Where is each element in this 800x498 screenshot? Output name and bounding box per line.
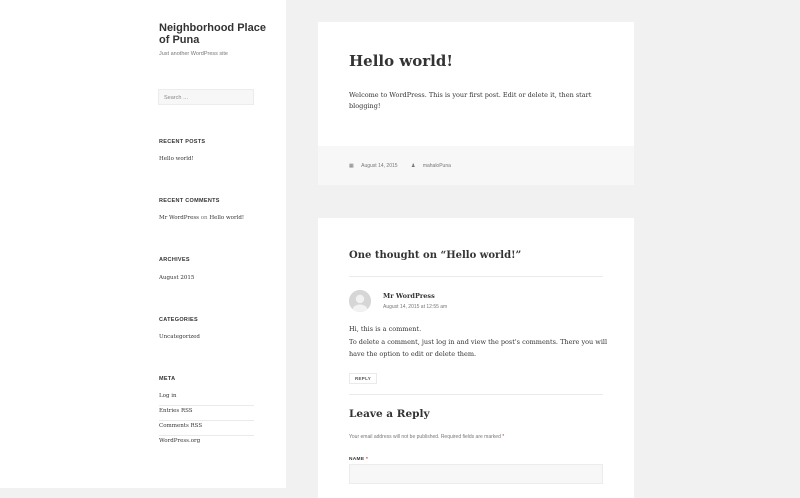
recent-post-link[interactable]: Hello world! bbox=[159, 156, 194, 162]
divider bbox=[349, 394, 603, 395]
post-author[interactable]: mahaloPuna bbox=[423, 163, 451, 169]
post-date-item[interactable]: ▦ August 14, 2015 bbox=[349, 163, 404, 169]
meta-wordpress-org-link[interactable]: WordPress.org bbox=[159, 436, 254, 451]
category-link[interactable]: Uncategorized bbox=[159, 334, 200, 340]
post-title[interactable]: Hello world! bbox=[349, 52, 453, 70]
required-mark: * bbox=[502, 434, 505, 440]
name-label: NAME * bbox=[349, 457, 368, 462]
comment-date[interactable]: August 14, 2015 at 12:55 am bbox=[383, 304, 447, 310]
recent-comment-on: on bbox=[200, 215, 208, 221]
reply-button[interactable]: REPLY bbox=[349, 373, 377, 384]
avatar bbox=[349, 290, 371, 312]
comment-line-2: To delete a comment, just log in and vie… bbox=[349, 337, 608, 359]
categories-title: CATEGORIES bbox=[159, 317, 198, 323]
archive-link[interactable]: August 2015 bbox=[159, 275, 194, 281]
search-input[interactable]: Search … bbox=[158, 89, 254, 105]
name-required-mark: * bbox=[365, 457, 369, 462]
post-author-item[interactable]: ♟ mahaloPuna bbox=[411, 163, 457, 169]
recent-posts-title: RECENT POSTS bbox=[159, 139, 206, 145]
recent-comment-item: Mr WordPress on Hello world! bbox=[159, 215, 244, 221]
divider bbox=[349, 276, 603, 277]
post-body: Welcome to WordPress. This is your first… bbox=[349, 91, 592, 110]
recent-comments-title: RECENT COMMENTS bbox=[159, 198, 220, 204]
default-avatar-icon bbox=[349, 290, 371, 312]
reply-title: Leave a Reply bbox=[349, 408, 430, 420]
reply-notes-text: Your email address will not be published… bbox=[349, 434, 501, 440]
post-date[interactable]: August 14, 2015 bbox=[361, 163, 397, 169]
comment-text: Hi, this is a comment. To delete a comme… bbox=[349, 323, 609, 361]
sidebar: Neighborhood Place of Puna Just another … bbox=[0, 0, 286, 488]
meta-comments-rss-link[interactable]: Comments RSS bbox=[159, 421, 254, 436]
calendar-icon: ▦ bbox=[349, 163, 356, 169]
site-title[interactable]: Neighborhood Place of Puna bbox=[159, 22, 269, 46]
post-footer: ▦ August 14, 2015 ♟ mahaloPuna bbox=[318, 146, 634, 185]
comments-card: One thought on “Hello world!” Mr WordPre… bbox=[318, 218, 634, 498]
comment-author[interactable]: Mr WordPress bbox=[383, 292, 435, 300]
post-card: Hello world! Welcome to WordPress. This … bbox=[318, 22, 634, 185]
recent-comment-post-link[interactable]: Hello world! bbox=[209, 215, 244, 221]
post-meta: ▦ August 14, 2015 ♟ mahaloPuna bbox=[349, 163, 463, 169]
meta-title: META bbox=[159, 376, 176, 382]
comments-title: One thought on “Hello world!” bbox=[349, 250, 522, 261]
person-icon: ♟ bbox=[410, 163, 417, 169]
comment-line-1: Hi, this is a comment. bbox=[349, 325, 422, 333]
recent-comment-author[interactable]: Mr WordPress bbox=[159, 215, 199, 221]
meta-entries-rss-link[interactable]: Entries RSS bbox=[159, 406, 254, 421]
name-input[interactable] bbox=[349, 464, 603, 484]
name-label-text: NAME bbox=[349, 457, 365, 462]
site-description: Just another WordPress site bbox=[159, 51, 228, 57]
meta-login-link[interactable]: Log in bbox=[159, 391, 254, 406]
archives-title: ARCHIVES bbox=[159, 257, 190, 263]
reply-notes: Your email address will not be published… bbox=[349, 434, 504, 440]
